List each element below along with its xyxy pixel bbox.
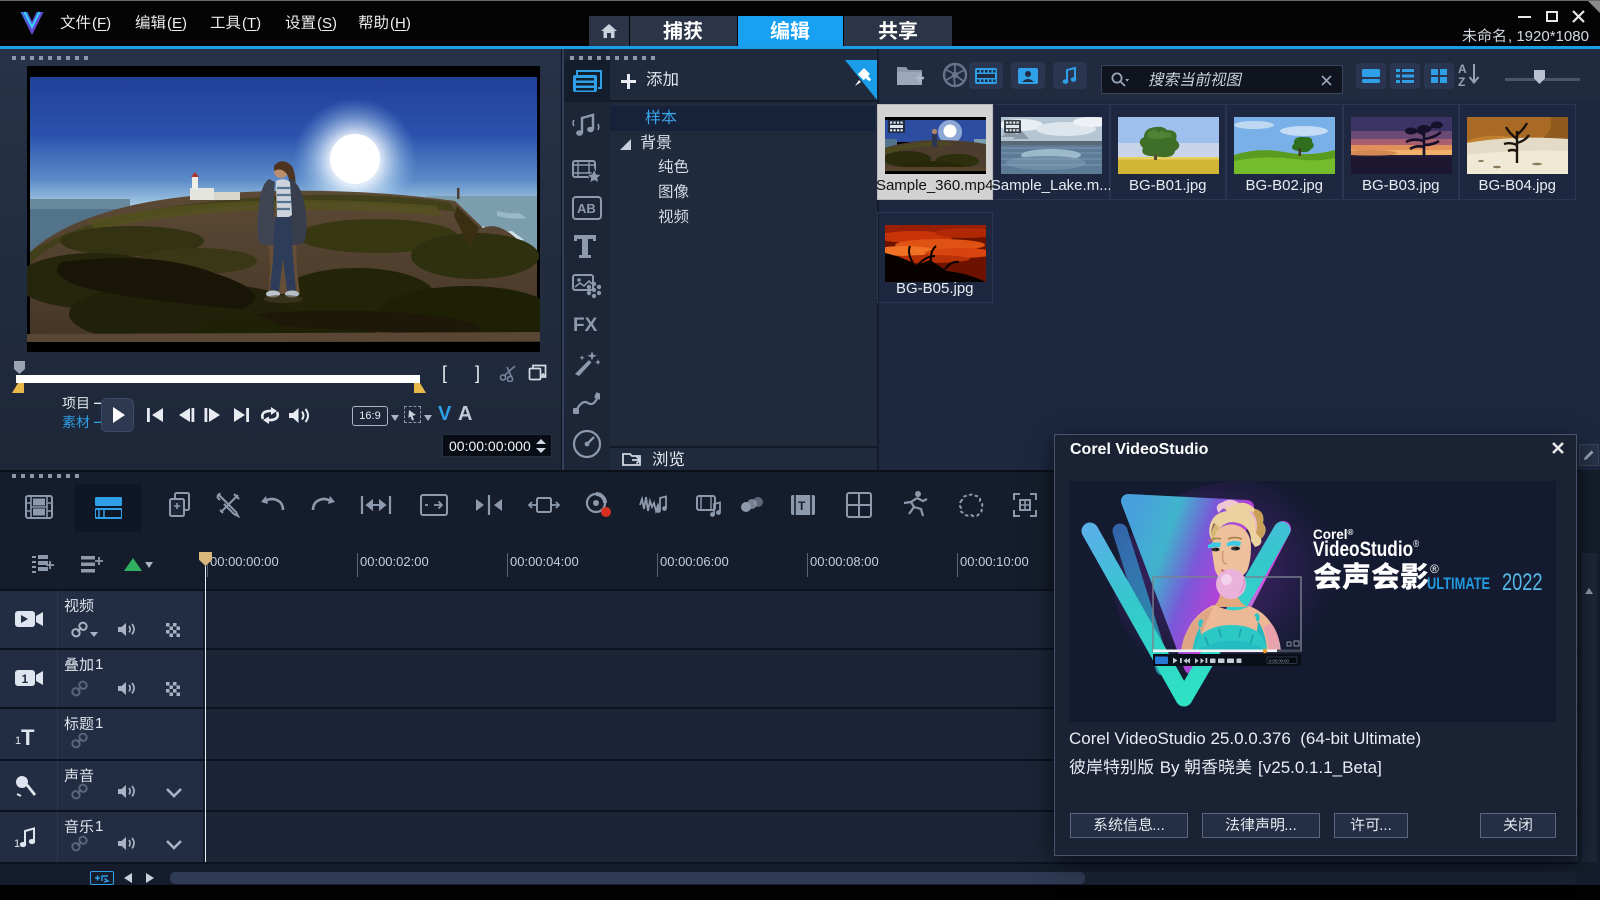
svg-text:AB: AB xyxy=(577,201,596,216)
svg-text:1: 1 xyxy=(22,672,29,686)
svg-text:0:00:00:00: 0:00:00:00 xyxy=(1269,659,1289,664)
svg-text:1: 1 xyxy=(14,838,20,850)
svg-text:T: T xyxy=(21,725,35,747)
svg-text:A: A xyxy=(1458,62,1467,76)
svg-text:T: T xyxy=(798,499,806,513)
svg-text:Z: Z xyxy=(1458,75,1465,88)
svg-text:[ ]: [ ] xyxy=(1275,643,1280,649)
svg-text:FX: FX xyxy=(573,315,598,336)
